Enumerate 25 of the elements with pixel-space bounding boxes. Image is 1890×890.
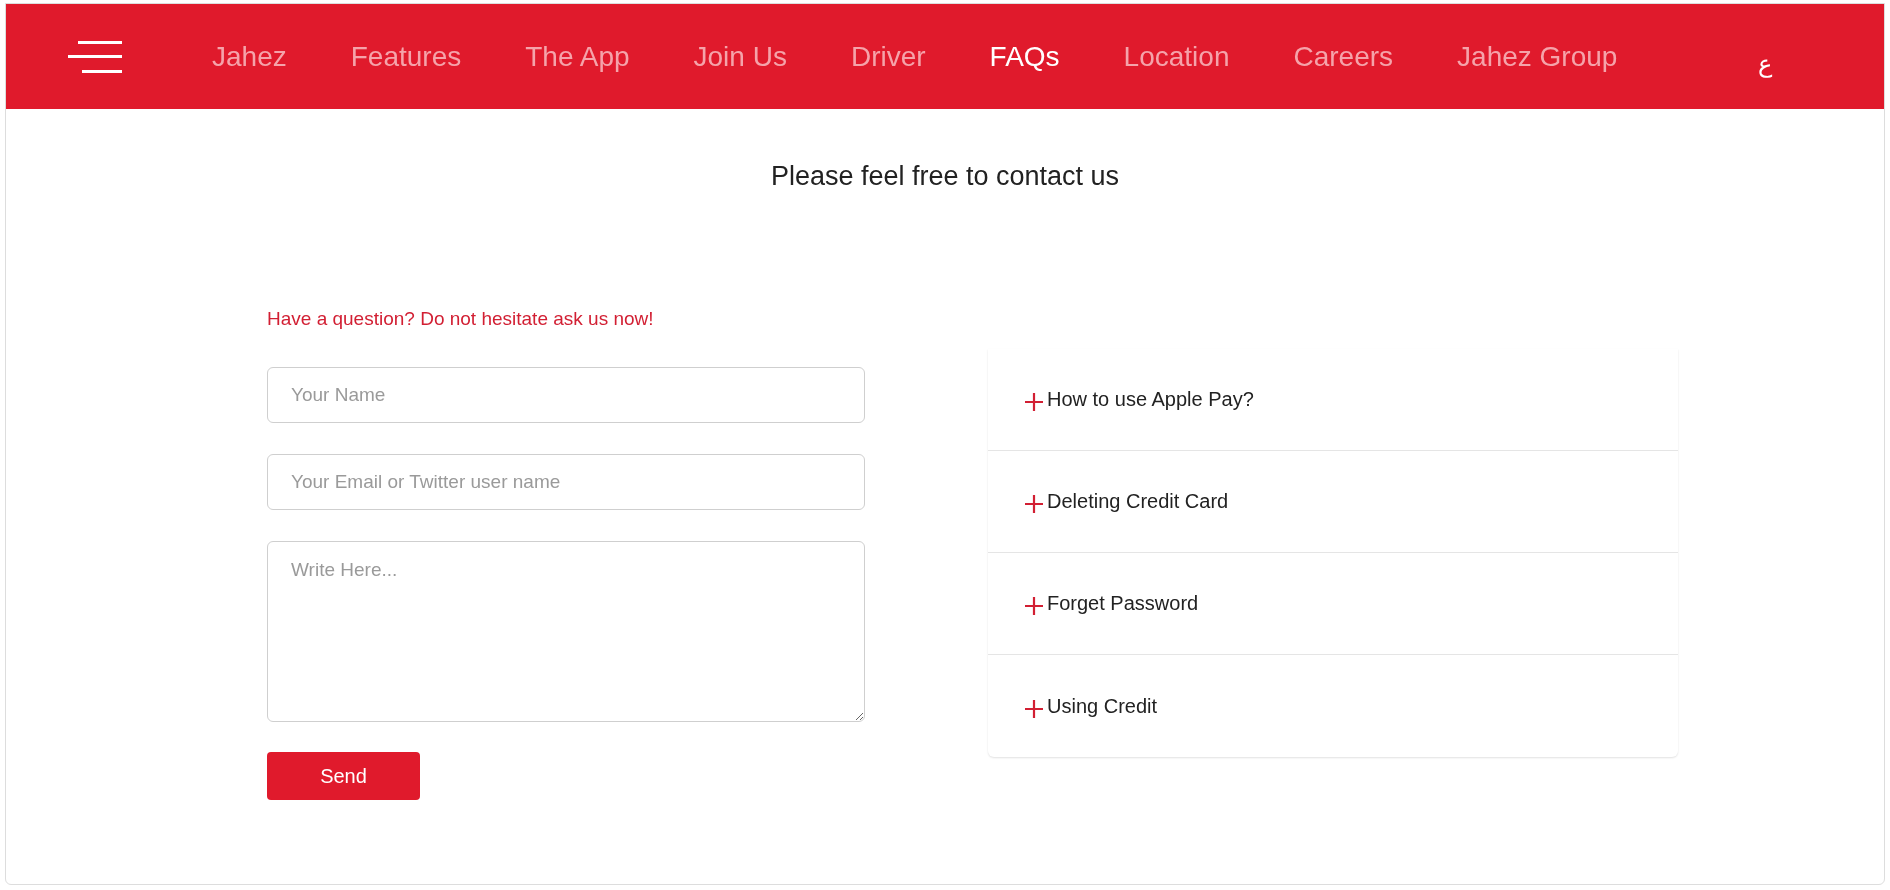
nav-link[interactable]: Jahez (212, 35, 287, 78)
menu-icon[interactable] (68, 40, 122, 73)
text-field[interactable]: Your Name (267, 367, 865, 423)
faq-item[interactable]: Using Credit (988, 654, 1678, 757)
faq-item[interactable]: Deleting Credit Card (988, 450, 1678, 553)
nav-link[interactable]: FAQs (989, 35, 1060, 78)
nav-link[interactable]: Driver (850, 35, 926, 78)
nav-link[interactable]: The App (525, 35, 630, 78)
form-prompt: Have a question? Do not hesitate ask us now! (267, 306, 655, 331)
nav-link[interactable]: Location (1123, 35, 1230, 78)
text-field[interactable]: Your Email or Twitter user name (267, 454, 865, 510)
send-button[interactable]: Send (267, 752, 420, 800)
plus-icon (1024, 392, 1044, 412)
plus-icon (1024, 494, 1044, 514)
nav-link[interactable]: Jahez Group (1457, 35, 1618, 78)
message-field[interactable]: Write Here... (267, 541, 865, 722)
language-link[interactable]: ع (1758, 46, 1772, 82)
page-subtitle: Please feel free to contact us (769, 160, 1121, 193)
plus-icon (1024, 596, 1044, 616)
faq-item[interactable]: How to use Apple Pay? (988, 348, 1678, 451)
nav-link[interactable]: Join Us (693, 35, 787, 78)
faq-item[interactable]: Forget Password (988, 552, 1678, 655)
plus-icon (1024, 698, 1044, 719)
nav-link[interactable]: Features (350, 35, 462, 78)
nav-link[interactable]: Careers (1293, 35, 1394, 78)
